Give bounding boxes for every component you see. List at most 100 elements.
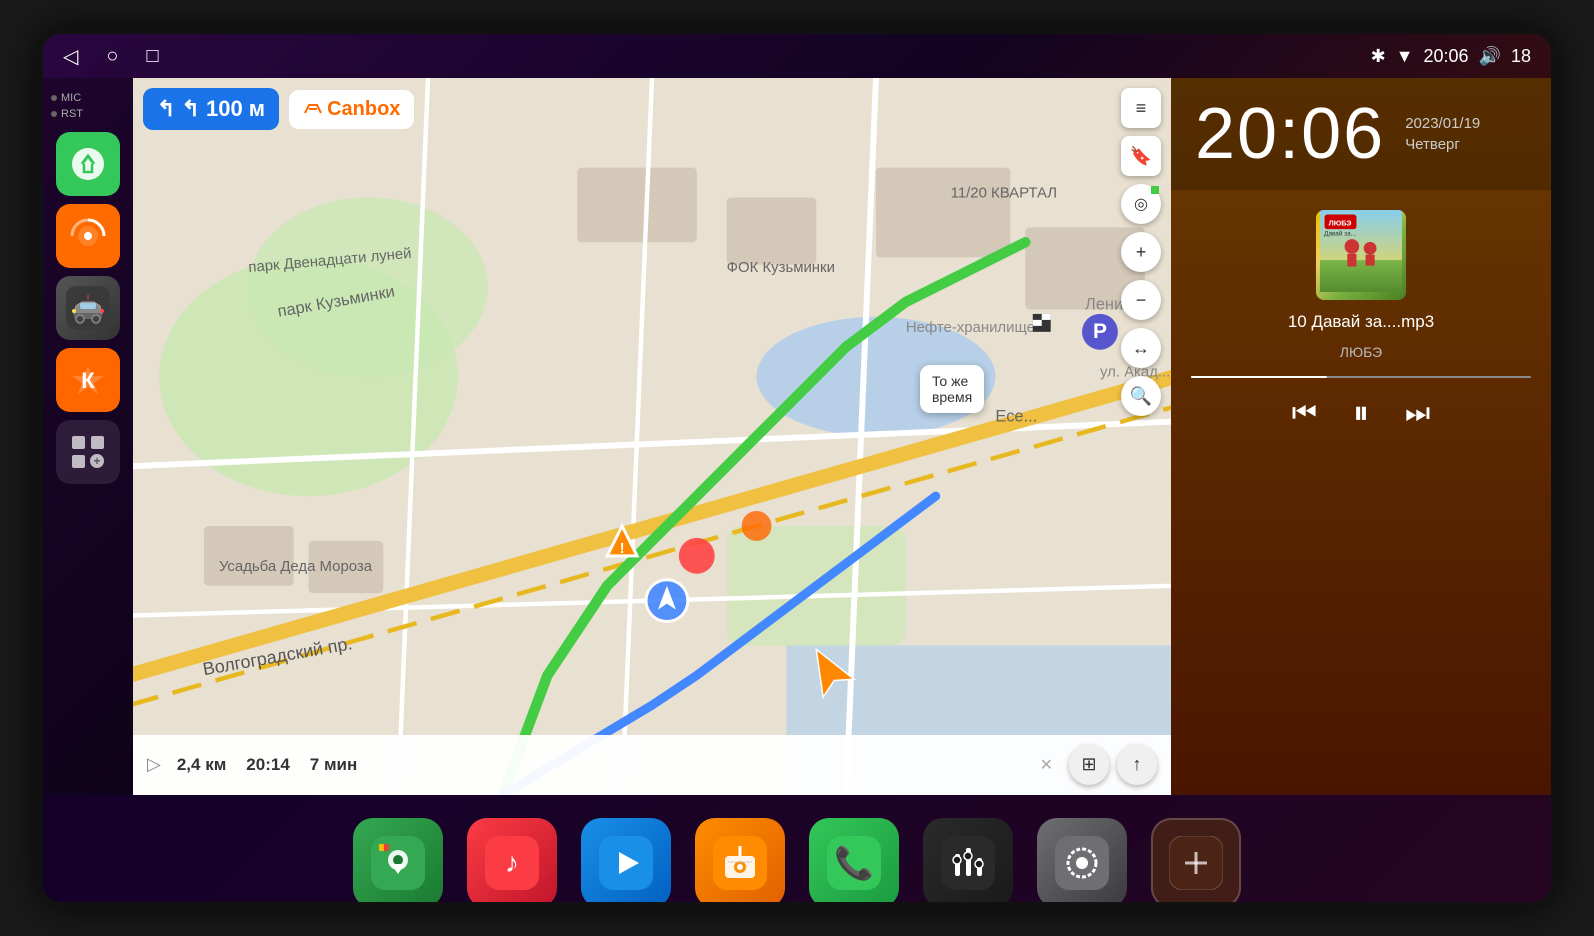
app-dock: Навигация ♪ Музыка — [43, 795, 1551, 908]
svg-text:К: К — [81, 368, 95, 393]
svg-text:📞: 📞 — [834, 843, 874, 881]
back-nav-btn[interactable]: ◁ — [63, 44, 78, 69]
app-settings-wrapper[interactable]: Настройки — [1037, 818, 1127, 908]
turn-arrow: ↰ — [157, 96, 175, 122]
app-video-wrapper[interactable]: Видео — [581, 818, 671, 908]
play-pause-btn[interactable]: ⏸ — [1353, 394, 1369, 432]
album-svg: ЛЮБЭ Давай за... — [1320, 210, 1402, 296]
map-zoom-in-btn[interactable]: + — [1121, 232, 1161, 272]
map-location-btn[interactable]: ◎ — [1121, 184, 1161, 224]
map-layers-btn[interactable]: ⊞ — [1069, 745, 1109, 785]
svg-text:!: ! — [87, 295, 89, 302]
svg-text:!: ! — [620, 540, 625, 557]
add-icon-svg — [1169, 836, 1223, 890]
svg-text:+: + — [93, 454, 100, 468]
canbox-logo-icon — [303, 99, 323, 119]
map-svg: ! парк Кузьминки парк Двенадцати луней У… — [133, 78, 1171, 795]
bluetooth-status-icon: ✱ — [1371, 46, 1386, 67]
status-bar: ◁ ○ □ ✱ ▼ 20:06 🔊 18 — [43, 34, 1551, 78]
canbox-logo: Canbox — [289, 90, 414, 129]
app-bluetooth-wrapper[interactable]: 📞 Bluetooth — [809, 818, 899, 908]
map-header: ↰ ↰ 100 м Canbox — [133, 78, 1171, 140]
album-art: ЛЮБЭ Давай за... — [1316, 210, 1406, 300]
map-container[interactable]: ! парк Кузьминки парк Двенадцати луней У… — [133, 78, 1171, 795]
music-section: ЛЮБЭ Давай за... 10 Давай за....mp3 ЛЮБЭ… — [1171, 190, 1551, 795]
map-zoom-out-btn[interactable]: − — [1121, 280, 1161, 320]
next-track-btn[interactable]: ⏭ — [1405, 397, 1430, 430]
svg-text:11/20 КВАРТАЛ: 11/20 КВАРТАЛ — [951, 184, 1057, 201]
video-icon-svg — [599, 836, 653, 890]
svg-text:Нефте-хранилище: Нефте-хранилище — [906, 319, 1035, 336]
clock-day-name: Четверг — [1405, 136, 1480, 153]
svg-text:ЛЮБЭ: ЛЮБЭ — [1329, 218, 1352, 227]
rst-label: RST — [61, 108, 83, 120]
progress-fill — [1191, 376, 1327, 378]
status-time: 20:06 — [1424, 46, 1469, 67]
album-art-inner: ЛЮБЭ Давай за... — [1316, 210, 1406, 300]
svg-text:Давай за...: Давай за... — [1324, 230, 1356, 238]
svg-text:ФОК Кузьминки: ФОК Кузьминки — [727, 259, 835, 276]
svg-text:Есе...: Есе... — [995, 407, 1037, 425]
mic-indicator: MIC — [51, 92, 81, 104]
prev-track-btn[interactable]: ⏮ — [1292, 397, 1317, 430]
home-nav-btn[interactable]: ○ — [106, 45, 118, 68]
route-distance-value: 2,4 км — [177, 755, 226, 775]
route-info: 2,4 км 20:14 7 мин — [177, 755, 1024, 775]
map-menu-btn[interactable]: ≡ — [1121, 88, 1161, 128]
svg-text:Усадьба Деда Мороза: Усадьба Деда Мороза — [219, 558, 373, 575]
app-equalizer-wrapper[interactable]: Эквалайзер — [923, 818, 1013, 908]
app-music-wrapper[interactable]: ♪ Музыка — [467, 818, 557, 908]
app-video-icon[interactable] — [581, 818, 671, 908]
map-controls-right: ≡ 🔖 ◎ + − ↔ 🔍 — [1121, 88, 1161, 416]
sidebar-carplay-icon[interactable] — [56, 132, 120, 196]
same-time-bubble: То жевремя — [920, 365, 984, 413]
main-content: MIC RST — [43, 78, 1551, 795]
music-svg — [68, 216, 108, 256]
app-music-icon[interactable]: ♪ — [467, 818, 557, 908]
app-add-wrapper[interactable] — [1151, 818, 1241, 908]
map-swap-btn[interactable]: ↔ — [1121, 328, 1161, 368]
clock-date: 2023/01/19 Четверг — [1405, 115, 1480, 153]
sidebar-kinopoisk-icon[interactable]: К — [56, 348, 120, 412]
app-equalizer-icon[interactable] — [923, 818, 1013, 908]
canbox-text: Canbox — [327, 98, 400, 121]
sidebar-music-icon[interactable] — [56, 204, 120, 268]
map-search-btn[interactable]: 🔍 — [1121, 376, 1161, 416]
equalizer-icon-svg — [941, 836, 995, 890]
screen: ◁ ○ □ ✱ ▼ 20:06 🔊 18 MIC — [43, 34, 1551, 902]
track-artist: ЛЮБЭ — [1340, 344, 1382, 360]
distance-text: ↰ 100 м — [181, 96, 265, 122]
app-navigation-wrapper[interactable]: Навигация — [353, 818, 443, 908]
recents-nav-btn[interactable]: □ — [146, 45, 158, 68]
mic-dot — [51, 95, 57, 101]
music-controls: ⏮ ⏸ ⏭ — [1292, 394, 1430, 432]
music-icon-svg: ♪ — [485, 836, 539, 890]
route-start-icon: ▷ — [147, 754, 161, 775]
map-extra-controls: ⊞ ↑ — [1069, 745, 1157, 785]
app-navigation-icon[interactable] — [353, 818, 443, 908]
mic-rst-panel: MIC RST — [43, 88, 133, 124]
app-settings-icon[interactable] — [1037, 818, 1127, 908]
app-radio-icon[interactable] — [695, 818, 785, 908]
app-add-icon[interactable] — [1151, 818, 1241, 908]
right-panel: 20:06 2023/01/19 Четверг — [1171, 78, 1551, 795]
status-right: ✱ ▼ 20:06 🔊 18 — [1371, 46, 1531, 67]
progress-bar[interactable] — [1191, 376, 1531, 378]
volume-level: 18 — [1511, 46, 1531, 67]
close-route-btn[interactable]: ✕ — [1040, 755, 1053, 775]
map-bookmark-btn[interactable]: 🔖 — [1121, 136, 1161, 176]
sidebar-grid-icon[interactable]: + — [56, 420, 120, 484]
maps-icon-svg — [371, 836, 425, 890]
map-bottom-bar: ▷ 2,4 км 20:14 7 мин ✕ ⊞ — [133, 735, 1171, 795]
bluetooth-icon-svg: 📞 — [827, 836, 881, 890]
app-bluetooth-icon[interactable]: 📞 — [809, 818, 899, 908]
app-radio-wrapper[interactable]: Радио — [695, 818, 785, 908]
sidebar-car-icon[interactable]: ! — [56, 276, 120, 340]
clock-time: 20:06 — [1195, 98, 1385, 170]
route-remaining-item: 7 мин — [310, 755, 357, 775]
route-distance-item: 2,4 км — [177, 755, 226, 775]
distance-badge: ↰ ↰ 100 м — [143, 88, 279, 130]
map-compass-btn[interactable]: ↑ — [1117, 745, 1157, 785]
rst-dot — [51, 111, 57, 117]
left-sidebar: MIC RST — [43, 78, 133, 795]
